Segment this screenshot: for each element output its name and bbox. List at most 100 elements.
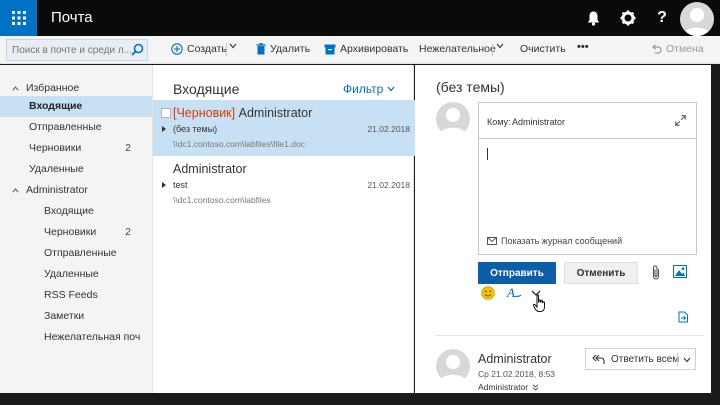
search-icon[interactable] xyxy=(131,43,144,61)
list-title: Входящие xyxy=(173,81,240,97)
separator xyxy=(492,44,493,56)
message-body-editor[interactable] xyxy=(480,140,695,232)
sender-name: Administrator xyxy=(235,106,313,120)
archive-button[interactable]: Архивировать xyxy=(324,43,408,55)
junk-label: Нежелательное xyxy=(419,43,496,55)
help-icon[interactable]: ? xyxy=(645,0,679,36)
gear-icon[interactable] xyxy=(611,0,645,36)
chevron-down-icon xyxy=(229,43,237,49)
bottom-strip xyxy=(0,393,720,405)
nav-folder-inbox[interactable]: Входящие xyxy=(0,201,152,222)
attach-icon[interactable] xyxy=(651,265,661,280)
reply-all-button[interactable]: Ответить всем xyxy=(585,348,696,370)
message-from: Administrator xyxy=(173,162,247,176)
caret-icon xyxy=(12,86,19,91)
junk-button[interactable]: Нежелательное xyxy=(419,43,496,55)
select-checkbox[interactable] xyxy=(161,108,171,118)
nav-folder-label: Отправленные xyxy=(44,247,117,259)
send-button[interactable]: Отправить xyxy=(478,262,556,284)
emoji-icon[interactable] xyxy=(481,286,495,300)
outlook-web-window: Почта ? Создать Удалить xyxy=(0,0,720,405)
insert-picture-icon[interactable] xyxy=(673,265,687,278)
message-preview: \\dc1.contoso.com\labfiles xyxy=(173,195,271,205)
show-message-log-link[interactable]: Показать журнал сообщений xyxy=(487,236,622,246)
discard-button[interactable]: Отменить xyxy=(564,262,638,284)
undo-icon xyxy=(652,44,662,54)
expand-triangle-icon[interactable] xyxy=(162,126,166,132)
trash-icon xyxy=(256,43,266,55)
scrollbar[interactable] xyxy=(711,65,720,393)
nav-folder-junk[interactable]: Нежелательная поч xyxy=(0,327,152,348)
junk-dropdown-button[interactable] xyxy=(496,43,504,49)
mouse-pointer-icon xyxy=(532,294,545,312)
nav-fav-sent-label: Отправленные xyxy=(29,121,102,133)
list-item[interactable]: Administrator test 21.02.2018 \\dc1.cont… xyxy=(153,156,415,212)
nav-folder-label: Нежелательная поч xyxy=(44,331,141,343)
nav-fav-deleted-label: Удаленные xyxy=(29,163,84,175)
chevron-down-icon xyxy=(496,43,504,49)
account-label: Administrator xyxy=(26,184,88,196)
svg-text:A: A xyxy=(506,285,515,300)
envelope-icon xyxy=(487,237,497,245)
delete-label: Удалить xyxy=(270,43,311,55)
sender-name[interactable]: Administrator xyxy=(478,352,552,366)
avatar xyxy=(436,349,470,383)
nav-fav-inbox-label: Входящие xyxy=(29,100,83,112)
double-chevron-down-icon xyxy=(532,383,539,391)
expand-icon[interactable] xyxy=(675,115,686,126)
nav-folder-label: Удаленные xyxy=(44,268,99,280)
filter-button[interactable]: Фильтр xyxy=(343,82,395,96)
plus-circle-icon xyxy=(171,43,183,55)
to-field[interactable]: Кому: Administrator xyxy=(479,103,696,139)
pop-out-icon[interactable] xyxy=(678,311,689,323)
chevron-down-icon[interactable] xyxy=(683,357,691,363)
format-text-icon[interactable]: A xyxy=(506,285,522,300)
app-title[interactable]: Почта xyxy=(51,9,93,26)
nav-folder-drafts[interactable]: Черновики 2 xyxy=(0,222,152,243)
nav-fav-sent[interactable]: Отправленные xyxy=(0,117,152,138)
nav-folder-sent[interactable]: Отправленные xyxy=(0,243,152,264)
sweep-button[interactable]: Очистить xyxy=(520,43,566,55)
separator xyxy=(226,44,227,56)
account-header[interactable]: Administrator xyxy=(0,180,152,201)
to-recipient[interactable]: Administrator xyxy=(512,117,565,127)
nav-folder-notes[interactable]: Заметки xyxy=(0,306,152,327)
reply-all-label: Ответить всем xyxy=(611,353,680,365)
recipient-line[interactable]: Administrator xyxy=(478,382,539,392)
to-label: Кому: xyxy=(487,117,511,127)
create-dropdown-button[interactable] xyxy=(229,43,237,49)
nav-fav-deleted[interactable]: Удаленные xyxy=(0,159,152,180)
waffle-icon[interactable] xyxy=(0,0,37,36)
caret-icon xyxy=(12,188,19,193)
archive-icon xyxy=(324,44,336,54)
avatar xyxy=(436,102,470,136)
reply-all-icon xyxy=(592,354,605,364)
more-button[interactable]: ••• xyxy=(577,41,589,53)
filter-label: Фильтр xyxy=(343,82,384,96)
create-button[interactable]: Создать xyxy=(171,43,227,55)
expand-triangle-icon[interactable] xyxy=(162,182,166,188)
nav-fav-drafts[interactable]: Черновики 2 xyxy=(0,138,152,159)
nav-fav-inbox[interactable]: Входящие xyxy=(0,96,152,117)
undo-button[interactable]: Отмена xyxy=(651,43,704,55)
message-date: 21.02.2018 xyxy=(367,124,410,134)
list-item[interactable]: [Черновик] Administrator (без темы) 21.0… xyxy=(153,100,415,156)
bell-icon[interactable] xyxy=(576,0,610,36)
sender-name: Administrator xyxy=(173,162,247,176)
nav-folder-deleted[interactable]: Удаленные xyxy=(0,264,152,285)
nav-folder-rss[interactable]: RSS Feeds xyxy=(0,285,152,306)
nav-fav-drafts-label: Черновики xyxy=(29,142,82,154)
nav-fav-drafts-count: 2 xyxy=(125,142,131,154)
more-label: ••• xyxy=(577,41,589,53)
recipient-name: Administrator xyxy=(478,382,529,392)
undo-label: Отмена xyxy=(666,43,704,55)
message-subject: test xyxy=(173,180,188,190)
search-box[interactable] xyxy=(6,39,148,61)
message-list: Входящие Фильтр [Черновик] Administrator… xyxy=(152,65,415,393)
search-input[interactable] xyxy=(7,40,131,61)
avatar[interactable] xyxy=(680,2,714,36)
top-bar: Почта ? xyxy=(0,0,720,36)
nav-folder-label: RSS Feeds xyxy=(44,289,98,301)
nav-folder-label: Черновики xyxy=(44,226,97,238)
delete-button[interactable]: Удалить xyxy=(256,43,310,55)
